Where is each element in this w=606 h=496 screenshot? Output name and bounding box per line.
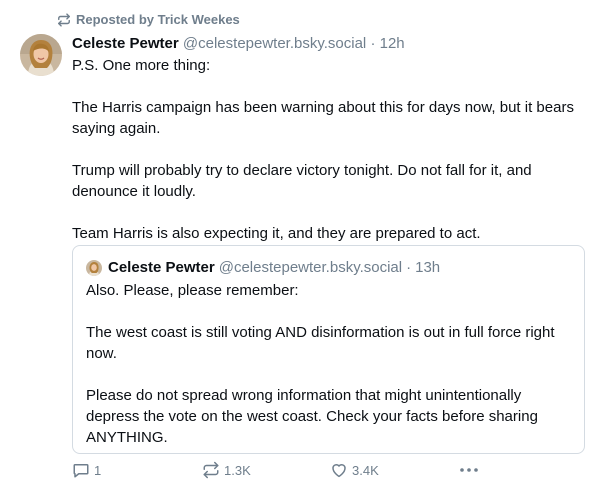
repost-icon [58,12,70,27]
feed-post[interactable]: Reposted by Trick Weekes Celeste Pewter … [0,0,606,496]
quote-paragraph: Please do not spread wrong information t… [86,387,538,446]
like-button[interactable]: 3.4K [330,461,379,479]
repost-button[interactable]: 1.3K [202,461,251,479]
post-actions: 1 1.3K 3.4K [72,461,492,483]
separator: · [370,35,376,52]
post-paragraph: Team Harris is also expecting it, and th… [72,225,481,242]
repost-label: Reposted by Trick Weekes [76,12,240,27]
quote-paragraph: The west coast is still voting AND disin… [86,324,555,362]
author-photo [20,34,62,76]
quote-author-name: Celeste Pewter [108,259,215,276]
quote-header: Celeste Pewter @celestepewter.bsky.socia… [86,258,572,278]
like-count: 3.4K [352,462,379,478]
post-time[interactable]: 12h [380,35,405,52]
quote-avatar [86,260,102,276]
heart-icon [332,464,346,478]
post-content: Celeste Pewter @celestepewter.bsky.socia… [72,34,590,244]
post-header: Celeste Pewter @celestepewter.bsky.socia… [72,34,590,54]
more-options-button[interactable] [458,461,480,479]
more-icon [460,468,478,472]
quote-time: 13h [415,259,441,276]
reply-icon [73,464,89,478]
reply-count: 1 [94,462,102,478]
quote-paragraph: Also. Please, please remember: [86,282,299,299]
repost-icon [203,461,219,479]
separator: · [406,259,412,276]
reply-button[interactable]: 1 [72,461,101,479]
avatar[interactable] [20,34,62,76]
quote-author-photo [86,260,102,276]
post-paragraph: Trump will probably try to declare victo… [72,162,532,200]
quoted-post[interactable]: Celeste Pewter @celestepewter.bsky.socia… [72,245,585,454]
post-paragraph: The Harris campaign has been warning abo… [72,99,574,137]
quote-text: Also. Please, please remember: The west … [86,280,572,448]
post-paragraph: P.S. One more thing: [72,57,211,74]
quote-author-handle: @celestepewter.bsky.social [218,259,403,276]
author-name[interactable]: Celeste Pewter [72,35,179,52]
repost-indicator[interactable]: Reposted by Trick Weekes [57,12,240,27]
author-handle[interactable]: @celestepewter.bsky.social [183,35,366,52]
post-text: P.S. One more thing: The Harris campaign… [72,55,590,244]
repost-count: 1.3K [224,462,251,478]
